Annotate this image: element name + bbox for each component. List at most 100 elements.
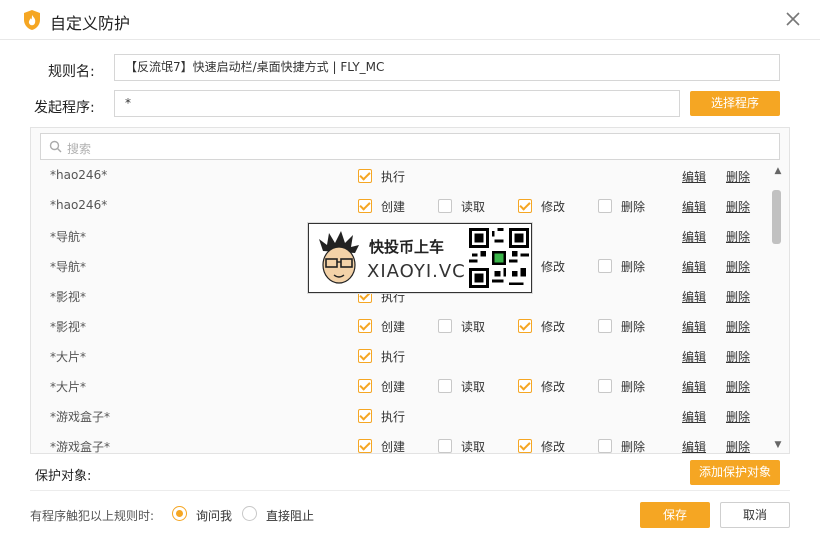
initiator-input[interactable]: * xyxy=(114,90,680,117)
ad-domain: XIAOYI.VC xyxy=(367,261,466,282)
checkbox-modify[interactable] xyxy=(518,439,532,453)
rule-row: *大片* 创建 读取 修改 删除 编辑 删除 xyxy=(31,371,771,401)
cartoon-face-icon xyxy=(319,231,359,284)
checkbox-create[interactable] xyxy=(358,439,372,453)
checkbox-exec[interactable] xyxy=(358,169,372,183)
checkbox-modify-label: 修改 xyxy=(541,320,566,334)
cancel-button[interactable]: 取消 xyxy=(720,502,790,528)
search-placeholder: 搜索 xyxy=(67,142,92,156)
add-protect-object-button[interactable]: 添加保护对象 xyxy=(690,460,780,485)
rule-row: *游戏盒子* 创建 读取 修改 删除 编辑 删除 xyxy=(31,431,771,454)
rule-name-label: 规则名: xyxy=(48,64,95,80)
delete-link[interactable]: 删除 xyxy=(726,318,750,335)
protect-object-label: 保护对象: xyxy=(35,469,92,484)
rule-row: *hao246* 执行 编辑 删除 xyxy=(31,161,771,191)
checkbox-read-label: 读取 xyxy=(461,440,486,454)
checkbox-delete-label: 删除 xyxy=(621,260,646,274)
checkbox-delete[interactable] xyxy=(598,379,612,393)
edit-link[interactable]: 编辑 xyxy=(682,378,706,395)
checkbox-read[interactable] xyxy=(438,379,452,393)
radio-block[interactable] xyxy=(242,506,257,521)
rule-row-name: *导航* xyxy=(50,230,87,244)
watermark-ad: 快投币上车 XIAOYI.VC xyxy=(308,223,532,293)
edit-link[interactable]: 编辑 xyxy=(682,228,706,245)
checkbox-delete[interactable] xyxy=(598,319,612,333)
select-program-button[interactable]: 选择程序 xyxy=(690,91,780,116)
edit-link[interactable]: 编辑 xyxy=(682,198,706,215)
edit-link[interactable]: 编辑 xyxy=(682,348,706,365)
save-button[interactable]: 保存 xyxy=(640,502,710,528)
delete-link[interactable]: 删除 xyxy=(726,438,750,453)
checkbox-create[interactable] xyxy=(358,379,372,393)
delete-link[interactable]: 删除 xyxy=(726,168,750,185)
search-box[interactable]: 搜索 xyxy=(40,133,780,160)
checkbox-modify[interactable] xyxy=(518,199,532,213)
edit-link[interactable]: 编辑 xyxy=(682,438,706,453)
rule-row-name: *影视* xyxy=(50,290,87,304)
edit-link[interactable]: 编辑 xyxy=(682,168,706,185)
checkbox-delete-label: 删除 xyxy=(621,440,646,454)
checkbox-modify-label: 修改 xyxy=(541,380,566,394)
scroll-down-icon[interactable]: ▼ xyxy=(771,440,785,452)
checkbox-read[interactable] xyxy=(438,439,452,453)
rule-row: *影视* 创建 读取 修改 删除 编辑 删除 xyxy=(31,311,771,341)
checkbox-delete[interactable] xyxy=(598,259,612,273)
rule-row: *游戏盒子* 执行 编辑 删除 xyxy=(31,401,771,431)
delete-link[interactable]: 删除 xyxy=(726,378,750,395)
checkbox-delete-label: 删除 xyxy=(621,380,646,394)
rule-row: *hao246* 创建 读取 修改 删除 编辑 删除 xyxy=(31,191,771,221)
qr-code-icon xyxy=(469,228,529,288)
trigger-action-label: 有程序触犯以上规则时: xyxy=(30,509,155,523)
checkbox-read-label: 读取 xyxy=(461,320,486,334)
delete-link[interactable]: 删除 xyxy=(726,258,750,275)
rule-row-name: *hao246* xyxy=(50,168,108,182)
rule-row-name: *大片* xyxy=(50,350,87,364)
rule-row-name: *游戏盒子* xyxy=(50,410,111,424)
delete-link[interactable]: 删除 xyxy=(726,408,750,425)
checkbox-modify-label: 修改 xyxy=(541,440,566,454)
window-title: 自定义防护 xyxy=(50,14,131,33)
edit-link[interactable]: 编辑 xyxy=(682,318,706,335)
checkbox-read-label: 读取 xyxy=(461,380,486,394)
checkbox-modify[interactable] xyxy=(518,379,532,393)
rule-row-name: *游戏盒子* xyxy=(50,440,111,454)
checkbox-modify-label: 修改 xyxy=(541,260,566,274)
delete-link[interactable]: 删除 xyxy=(726,228,750,245)
radio-ask[interactable] xyxy=(172,506,187,521)
radio-block-label[interactable]: 直接阻止 xyxy=(266,507,314,524)
checkbox-delete-label: 删除 xyxy=(621,200,646,214)
checkbox-modify[interactable] xyxy=(518,319,532,333)
checkbox-read[interactable] xyxy=(438,319,452,333)
edit-link[interactable]: 编辑 xyxy=(682,288,706,305)
delete-link[interactable]: 删除 xyxy=(726,288,750,305)
rules-list: *hao246*执行编辑删除*hao246*创建读取修改删除编辑删除*导航*执行… xyxy=(31,161,771,454)
checkbox-create[interactable] xyxy=(358,199,372,213)
close-icon[interactable] xyxy=(784,10,802,28)
checkbox-delete[interactable] xyxy=(598,199,612,213)
divider xyxy=(30,490,790,491)
checkbox-delete[interactable] xyxy=(598,439,612,453)
scroll-up-icon[interactable]: ▲ xyxy=(771,166,785,178)
ad-slogan: 快投币上车 xyxy=(369,238,445,256)
checkbox-create-label: 创建 xyxy=(381,440,406,454)
radio-ask-label[interactable]: 询问我 xyxy=(196,507,232,524)
checkbox-create[interactable] xyxy=(358,319,372,333)
checkbox-exec-label: 执行 xyxy=(381,350,406,364)
scrollbar-thumb[interactable] xyxy=(772,190,781,244)
checkbox-exec[interactable] xyxy=(358,349,372,363)
checkbox-exec[interactable] xyxy=(358,409,372,423)
delete-link[interactable]: 删除 xyxy=(726,348,750,365)
checkbox-delete-label: 删除 xyxy=(621,320,646,334)
edit-link[interactable]: 编辑 xyxy=(682,258,706,275)
rule-row-name: *导航* xyxy=(50,260,87,274)
edit-link[interactable]: 编辑 xyxy=(682,408,706,425)
checkbox-modify-label: 修改 xyxy=(541,200,566,214)
checkbox-read[interactable] xyxy=(438,199,452,213)
rule-row-name: *影视* xyxy=(50,320,87,334)
checkbox-exec-label: 执行 xyxy=(381,410,406,424)
checkbox-create-label: 创建 xyxy=(381,380,406,394)
rule-name-input[interactable]: 【反流氓7】快速启动栏/桌面快捷方式 | FLY_MC xyxy=(114,54,780,81)
delete-link[interactable]: 删除 xyxy=(726,198,750,215)
initiator-label: 发起程序: xyxy=(34,100,95,116)
rule-row-name: *大片* xyxy=(50,380,87,394)
